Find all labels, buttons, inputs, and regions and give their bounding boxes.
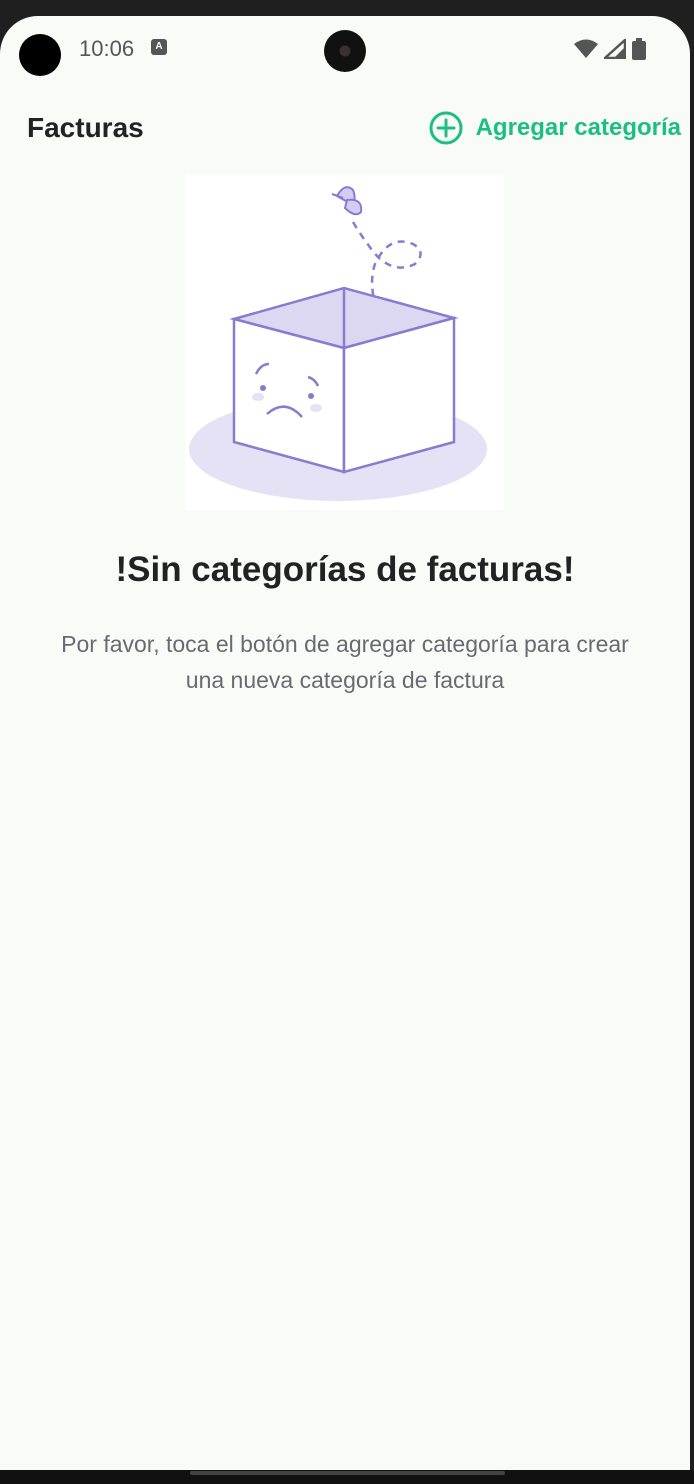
add-category-button[interactable]: Agregar categoría: [428, 108, 681, 148]
add-category-label: Agregar categoría: [475, 114, 681, 141]
phone-frame: 10:06 A Facturas Agregar categoría !Sin …: [0, 0, 694, 1484]
screen: 10:06 A Facturas Agregar categoría !Sin …: [0, 16, 690, 1470]
page-title: Facturas: [27, 112, 144, 143]
plus-circle-icon: [429, 111, 463, 145]
wifi-icon: [574, 39, 598, 58]
empty-state-message: Por favor, toca el botón de agregar cate…: [61, 631, 629, 693]
status-bar: 10:06 A: [0, 16, 690, 86]
home-indicator[interactable]: [190, 1471, 505, 1475]
front-camera-cutout: [19, 34, 61, 76]
left-eye: [260, 385, 266, 391]
notification-icon: A: [151, 39, 167, 55]
status-time: 10:06: [79, 36, 135, 61]
camera-lens-icon: [324, 30, 366, 72]
right-cheek: [310, 404, 322, 412]
right-eye: [308, 393, 314, 399]
status-icons: [574, 38, 646, 60]
left-cheek: [252, 393, 264, 401]
butterfly-icon: [331, 186, 363, 216]
signal-icon: [604, 39, 626, 59]
app-bar: Facturas Agregar categoría: [0, 104, 690, 154]
empty-state-title: !Sin categorías de facturas!: [115, 550, 575, 589]
battery-icon: [632, 38, 646, 60]
empty-box-illustration: [185, 174, 504, 510]
